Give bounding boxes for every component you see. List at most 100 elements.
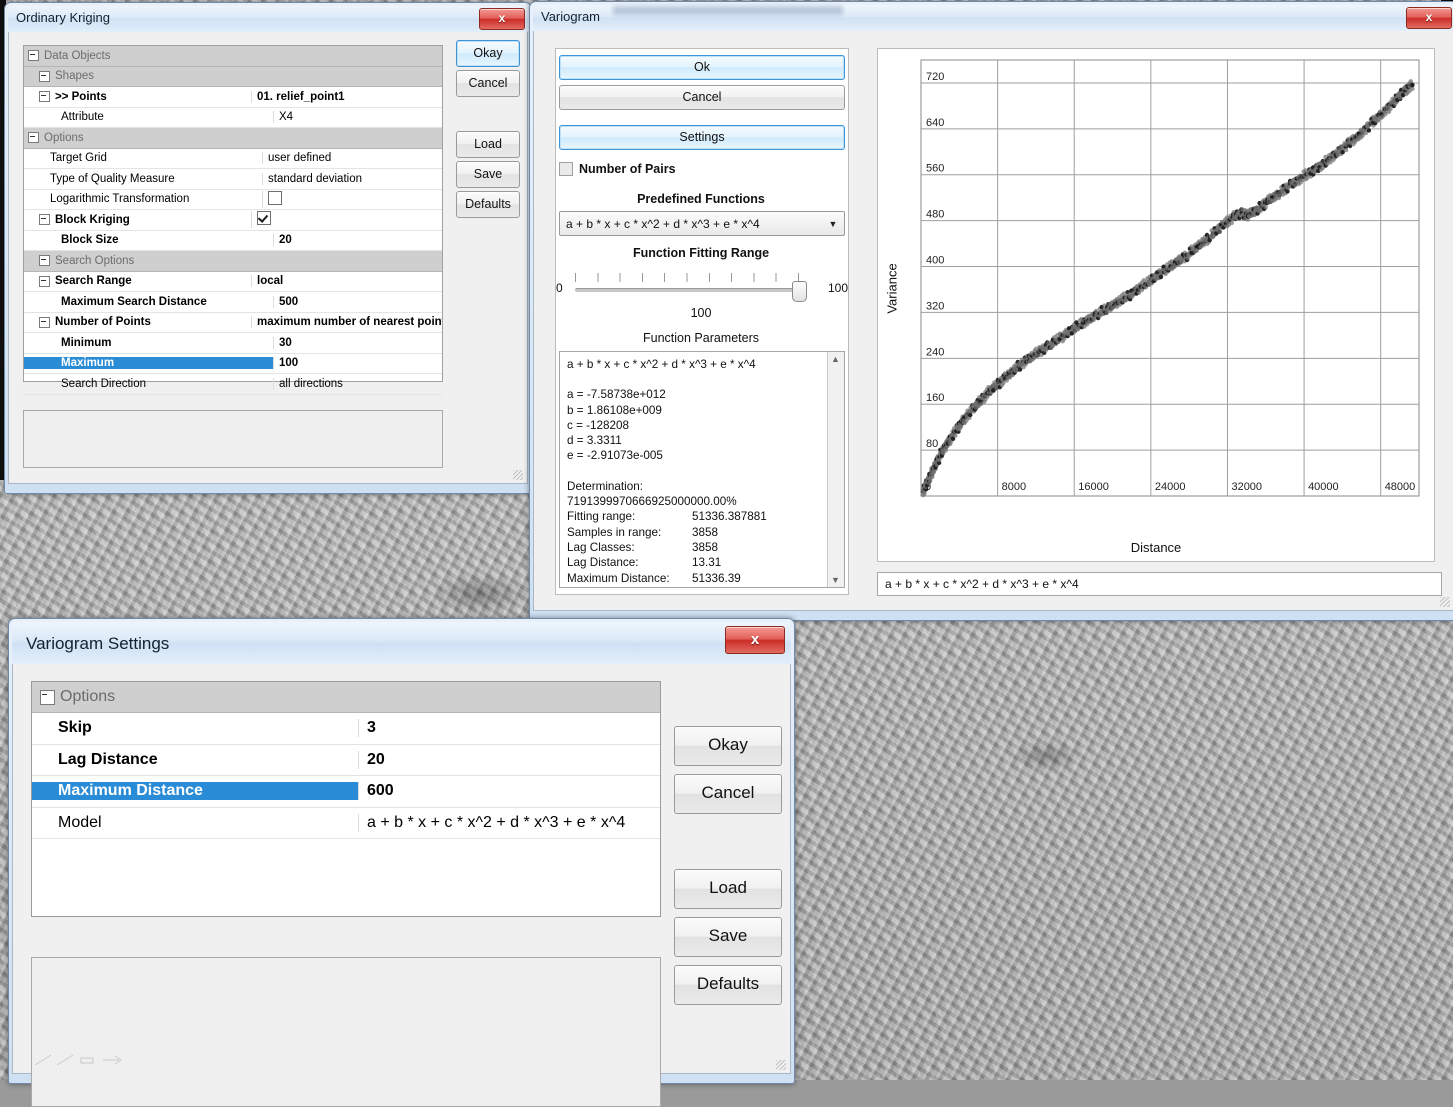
- kriging-row-block-size[interactable]: Block Size20: [24, 231, 442, 252]
- kriging-row-block-kriging[interactable]: Block Kriging: [24, 210, 442, 231]
- variogram-formula-bar[interactable]: a + b * x + c * x^2 + d * x^3 + e * x^4: [877, 572, 1442, 596]
- collapse-icon[interactable]: [39, 214, 50, 225]
- resize-grip-icon[interactable]: [776, 1060, 786, 1070]
- row-checkbox[interactable]: [268, 191, 282, 205]
- row-value[interactable]: local: [251, 275, 442, 287]
- kriging-row-target-grid[interactable]: Target Griduser defined: [24, 149, 442, 170]
- kriging-row-search-direction[interactable]: Search Directionall directions: [24, 374, 442, 395]
- stat-line: Maximum Distance:51336.39: [567, 571, 824, 586]
- parameters-scrollbar[interactable]: ▲ ▼: [827, 352, 844, 587]
- row-value[interactable]: 3: [358, 719, 660, 737]
- settings-okay-button[interactable]: Okay: [674, 726, 782, 766]
- kriging-row-search-range[interactable]: Search Rangelocal: [24, 272, 442, 293]
- kriging-row-type-of-quality-measure[interactable]: Type of Quality Measurestandard deviatio…: [24, 169, 442, 190]
- variogram-ok-button[interactable]: Ok: [559, 55, 845, 80]
- x-tick-label: 8000: [1002, 481, 1026, 493]
- plot-frame: [921, 60, 1419, 496]
- number-of-pairs-row[interactable]: Number of Pairs: [559, 162, 676, 176]
- parameters-coefficients: a = -7.58738e+012b = 1.86108e+009c = -12…: [567, 387, 824, 463]
- slider-track[interactable]: [575, 288, 804, 292]
- scroll-down-icon[interactable]: ▼: [831, 575, 840, 585]
- variogram-window[interactable]: Variogram x Ok Cancel Settings Number of…: [529, 1, 1453, 621]
- function-parameters-textbox[interactable]: a + b * x + c * x^2 + d * x^3 + e * x^4 …: [559, 351, 845, 588]
- collapse-icon[interactable]: [39, 276, 50, 287]
- slider-thumb[interactable]: [792, 281, 807, 302]
- variogram-titlebar[interactable]: Variogram x: [533, 5, 1453, 31]
- predefined-functions-value: a + b * x + c * x^2 + d * x^3 + e * x^4: [560, 217, 822, 231]
- row-value[interactable]: user defined: [262, 152, 442, 164]
- kriging-property-grid[interactable]: Data Objects Shapes>> Points01. relief_po…: [23, 45, 443, 382]
- row-value[interactable]: 30: [273, 337, 442, 349]
- row-value[interactable]: maximum number of nearest points: [251, 316, 442, 328]
- settings-row-maximum-distance[interactable]: Maximum Distance600: [32, 776, 660, 808]
- collapse-icon[interactable]: [39, 255, 50, 266]
- kriging-row-points[interactable]: >> Points01. relief_point1: [24, 87, 442, 108]
- kriging-row-maximum-search-distance[interactable]: Maximum Search Distance500: [24, 292, 442, 313]
- row-value[interactable]: [251, 211, 442, 228]
- collapse-icon[interactable]: [39, 317, 50, 328]
- settings-save-button[interactable]: Save: [674, 917, 782, 957]
- kriging-row-shapes[interactable]: Shapes: [24, 67, 442, 88]
- variogram-settings-window[interactable]: Variogram Settings x OptionsSkip3Lag Dis…: [8, 618, 795, 1084]
- row-label: Data Objects: [44, 50, 110, 62]
- settings-defaults-button[interactable]: Defaults: [674, 965, 782, 1005]
- row-checkbox[interactable]: [257, 211, 271, 225]
- row-value[interactable]: 100: [273, 357, 442, 369]
- row-value[interactable]: 20: [273, 234, 442, 246]
- x-tick-label: 48000: [1385, 481, 1416, 493]
- close-icon[interactable]: x: [725, 626, 785, 654]
- kriging-cancel-button[interactable]: Cancel: [456, 70, 520, 97]
- collapse-icon[interactable]: [28, 132, 39, 143]
- kriging-defaults-button[interactable]: Defaults: [456, 191, 520, 218]
- row-value[interactable]: 01. relief_point1: [251, 91, 442, 103]
- settings-load-button[interactable]: Load: [674, 869, 782, 909]
- chevron-down-icon[interactable]: ▼: [822, 219, 844, 229]
- row-value[interactable]: [262, 191, 442, 208]
- row-value[interactable]: 600: [358, 782, 660, 800]
- resize-grip-icon[interactable]: [1440, 597, 1450, 607]
- settings-row-lag-distance[interactable]: Lag Distance20: [32, 745, 660, 777]
- variogram-cancel-button[interactable]: Cancel: [559, 85, 845, 110]
- close-icon[interactable]: x: [479, 8, 525, 30]
- kriging-row-logarithmic-transformation[interactable]: Logarithmic Transformation: [24, 190, 442, 211]
- row-value[interactable]: a + b * x + c * x^2 + d * x^3 + e * x^4: [358, 814, 660, 832]
- fitting-range-slider[interactable]: 0 100: [556, 273, 848, 307]
- settings-row-skip[interactable]: Skip3: [32, 713, 660, 745]
- settings-property-grid[interactable]: OptionsSkip3Lag Distance20Maximum Distan…: [31, 681, 661, 917]
- kriging-row-data-objects[interactable]: Data Objects: [24, 46, 442, 67]
- row-value[interactable]: 500: [273, 296, 442, 308]
- kriging-row-search-options[interactable]: Search Options: [24, 251, 442, 272]
- ordinary-kriging-title: Ordinary Kriging: [16, 10, 110, 25]
- close-icon[interactable]: x: [1406, 7, 1452, 29]
- settings-cancel-button[interactable]: Cancel: [674, 774, 782, 814]
- kriging-row-options[interactable]: Options: [24, 128, 442, 149]
- ordinary-kriging-window[interactable]: Ordinary Kriging x Data Objects Shapes>> …: [4, 2, 532, 494]
- predefined-functions-dropdown[interactable]: a + b * x + c * x^2 + d * x^3 + e * x^4 …: [559, 211, 845, 236]
- kriging-save-button[interactable]: Save: [456, 161, 520, 188]
- kriging-row-number-of-points[interactable]: Number of Pointsmaximum number of neares…: [24, 313, 442, 334]
- settings-options-group[interactable]: Options: [32, 682, 660, 713]
- number-of-pairs-checkbox[interactable]: [559, 162, 573, 176]
- row-value[interactable]: all directions: [273, 378, 442, 390]
- ordinary-kriging-titlebar[interactable]: Ordinary Kriging x: [8, 6, 528, 32]
- variogram-chart-pane[interactable]: 8016024032040048056064072008000160002400…: [877, 48, 1435, 562]
- collapse-icon[interactable]: [40, 690, 55, 705]
- kriging-row-attribute[interactable]: AttributeX4: [24, 108, 442, 129]
- coefficient-line: e = -2.91073e-005: [567, 448, 824, 463]
- settings-row-model[interactable]: Modela + b * x + c * x^2 + d * x^3 + e *…: [32, 808, 660, 840]
- row-value[interactable]: standard deviation: [262, 173, 442, 185]
- variogram-settings-button[interactable]: Settings: [559, 125, 845, 150]
- collapse-icon[interactable]: [28, 50, 39, 61]
- kriging-okay-button[interactable]: Okay: [456, 40, 520, 67]
- kriging-row-maximum[interactable]: Maximum100: [24, 354, 442, 375]
- row-value[interactable]: 20: [358, 751, 660, 769]
- resize-grip-icon[interactable]: [513, 470, 523, 480]
- collapse-icon[interactable]: [39, 71, 50, 82]
- kriging-load-button[interactable]: Load: [456, 131, 520, 158]
- row-value[interactable]: X4: [273, 111, 442, 123]
- collapse-icon[interactable]: [39, 91, 50, 102]
- scroll-up-icon[interactable]: ▲: [831, 354, 840, 364]
- kriging-row-minimum[interactable]: Minimum30: [24, 333, 442, 354]
- variogram-settings-titlebar[interactable]: Variogram Settings x: [12, 622, 791, 664]
- stat-line: Fitting range:51336.387881: [567, 509, 824, 524]
